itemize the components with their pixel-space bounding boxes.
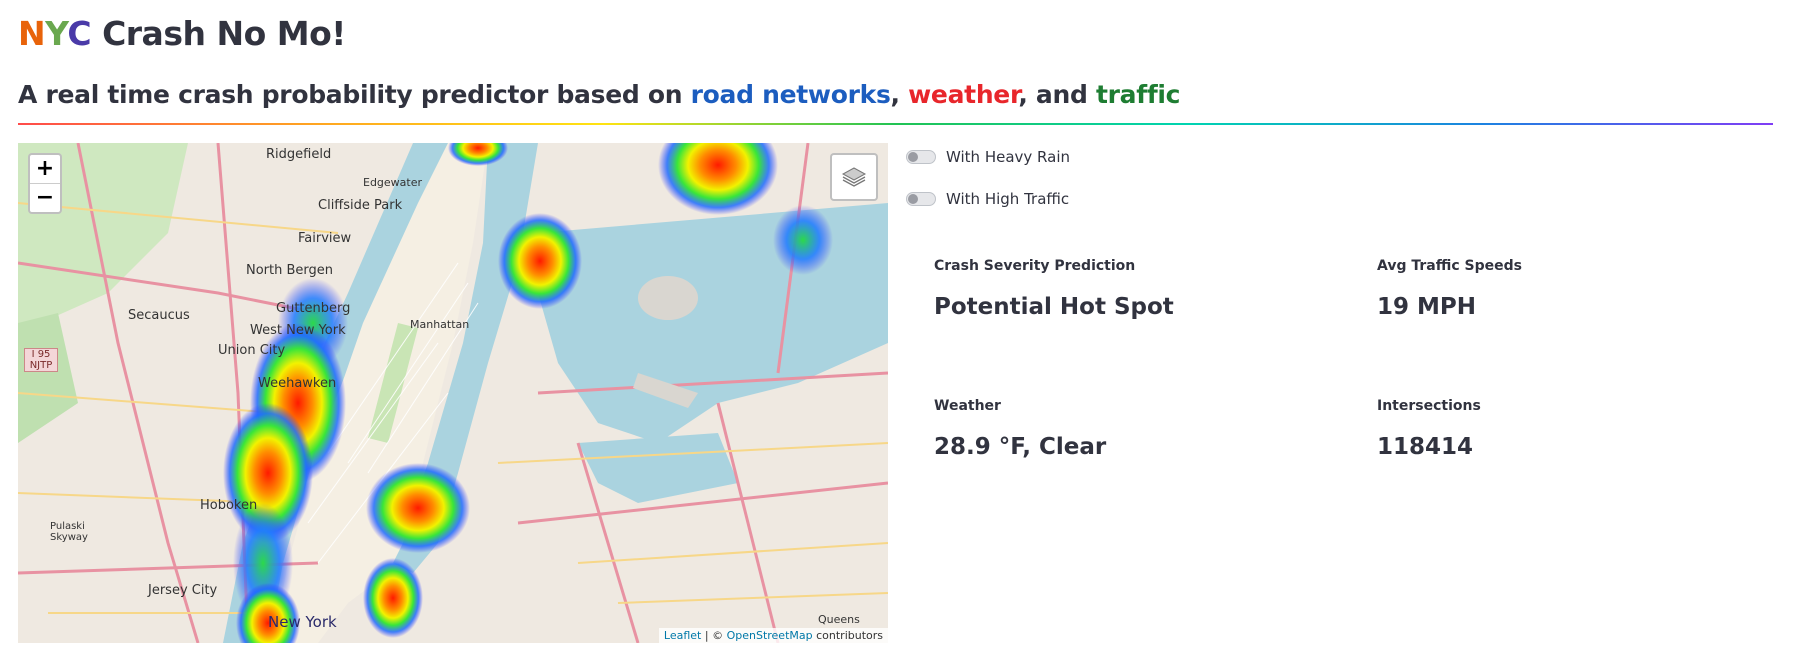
- metric-value: 118414: [1377, 434, 1474, 460]
- map-attribution: Leaflet | © OpenStreetMap contributors: [658, 628, 888, 643]
- map-label-cliffside-park: Cliffside Park: [318, 198, 403, 213]
- map-label-pulaski-skyway: Pulaski Skyway: [50, 521, 88, 543]
- map-label-hoboken: Hoboken: [200, 498, 258, 513]
- subtitle-and: , and: [1018, 80, 1096, 109]
- map-label-fairview: Fairview: [298, 231, 352, 246]
- high-traffic-toggle[interactable]: With High Traffic: [906, 190, 1069, 208]
- attribution-contributors: contributors: [812, 629, 883, 642]
- map-label-secaucus: Secaucus: [128, 308, 190, 323]
- map-label-north-bergen: North Bergen: [246, 263, 334, 278]
- metric-label: Weather: [934, 398, 1001, 414]
- heavy-rain-label: With Heavy Rain: [946, 148, 1071, 166]
- map-label-new-york: New York: [268, 613, 337, 631]
- map-label-weehawken: Weehawken: [258, 376, 337, 391]
- header-divider: [18, 123, 1773, 125]
- title-letter-y: Y: [45, 14, 68, 53]
- title-text: Crash No Mo!: [91, 14, 346, 53]
- map-label-west-new-york: West New York: [250, 323, 346, 338]
- metric-weather: Weather 28.9 °F, Clear: [934, 398, 1106, 460]
- map-label-ridgefield: Ridgefield: [266, 147, 332, 162]
- attribution-separator: | ©: [701, 629, 727, 642]
- page-title: NYC Crash No Mo!: [18, 14, 346, 53]
- leaflet-link[interactable]: Leaflet: [664, 629, 701, 642]
- layers-icon: [841, 167, 867, 187]
- zoom-control: + −: [28, 153, 62, 214]
- metric-value: Potential Hot Spot: [934, 294, 1174, 320]
- map-label-edgewater: Edgewater: [363, 176, 423, 189]
- map-label-jersey-city: Jersey City: [148, 583, 218, 598]
- subtitle-comma: ,: [890, 80, 909, 109]
- layers-button[interactable]: [830, 153, 878, 201]
- map-label-queens: Queens: [818, 613, 860, 626]
- metric-crash-severity: Crash Severity Prediction Potential Hot …: [934, 258, 1174, 320]
- heavy-rain-switch[interactable]: [906, 150, 936, 164]
- zoom-in-button[interactable]: +: [30, 155, 60, 183]
- metric-traffic-speed: Avg Traffic Speeds 19 MPH: [1377, 258, 1522, 320]
- metric-intersections: Intersections 118414: [1377, 398, 1481, 460]
- openstreetmap-link[interactable]: OpenStreetMap: [727, 629, 813, 642]
- metric-label: Crash Severity Prediction: [934, 258, 1136, 274]
- title-letter-n: N: [18, 14, 46, 53]
- map-label-union-city: Union City: [218, 343, 286, 358]
- metric-label: Avg Traffic Speeds: [1377, 258, 1522, 274]
- metric-label: Intersections: [1377, 398, 1481, 414]
- metric-value: 28.9 °F, Clear: [934, 434, 1107, 460]
- heavy-rain-toggle[interactable]: With Heavy Rain: [906, 148, 1070, 166]
- map-label-guttenberg: Guttenberg: [276, 301, 351, 316]
- title-letter-c: C: [67, 14, 92, 53]
- high-traffic-switch[interactable]: [906, 192, 936, 206]
- map-label-njtp: I 95 NJTP: [24, 348, 58, 372]
- heatmap-map[interactable]: Ridgefield Edgewater Cliffside Park Fair…: [18, 143, 888, 643]
- metric-value: 19 MPH: [1377, 294, 1477, 320]
- page-subtitle: A real time crash probability predictor …: [18, 80, 1181, 109]
- map-label-manhattan: Manhattan: [410, 318, 470, 331]
- zoom-out-button[interactable]: −: [30, 183, 60, 212]
- subtitle-text: A real time crash probability predictor …: [18, 80, 691, 109]
- subtitle-road-networks: road networks: [690, 80, 891, 109]
- subtitle-traffic: traffic: [1096, 80, 1181, 109]
- map-tiles: [18, 143, 888, 643]
- subtitle-weather: weather: [908, 80, 1019, 109]
- high-traffic-label: With High Traffic: [946, 190, 1070, 208]
